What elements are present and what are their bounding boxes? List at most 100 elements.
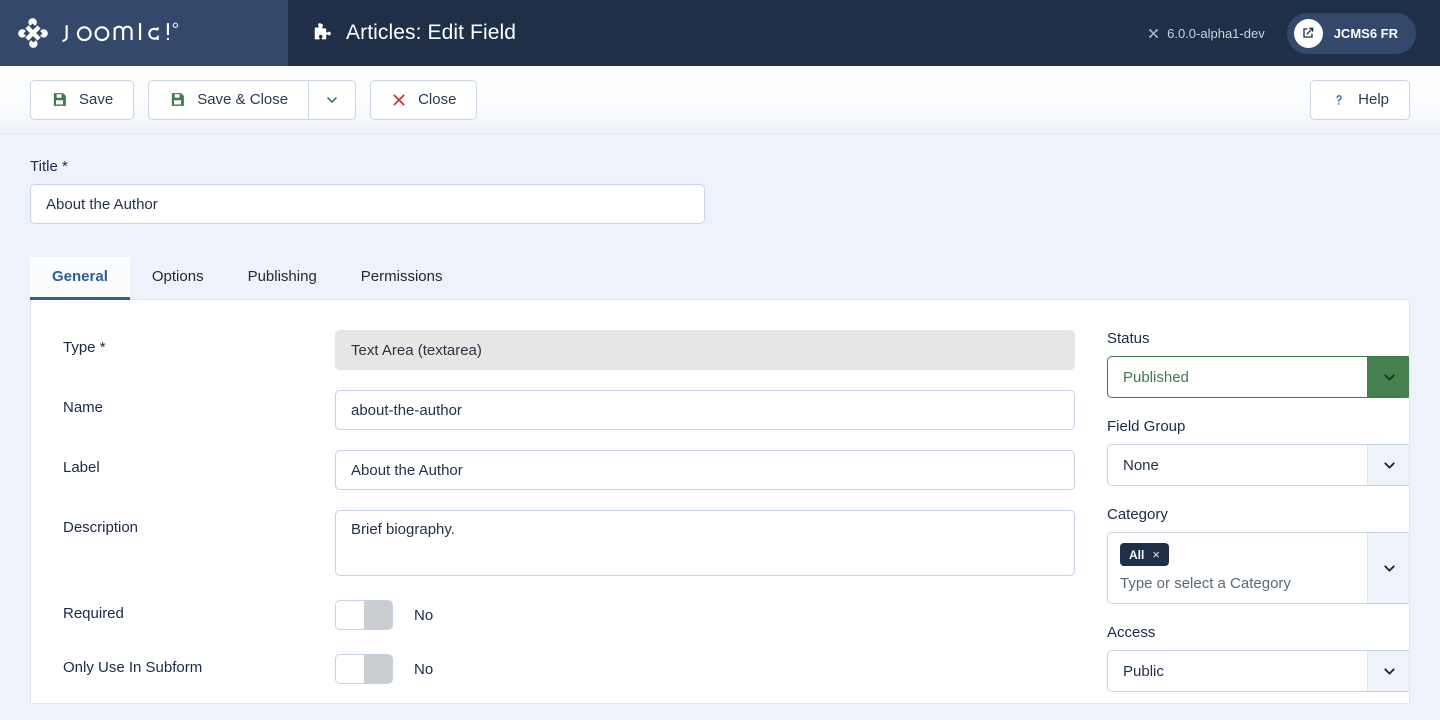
type-label-text: Type: [63, 339, 96, 356]
status-value: Published: [1123, 368, 1189, 386]
floppy-disk-icon: [172, 93, 185, 106]
description-textarea[interactable]: Brief biography.: [335, 510, 1075, 576]
editor-toolbar: Save Save & Close Close Help: [0, 66, 1440, 134]
title-field-label: Title *: [30, 158, 1410, 175]
help-label: Help: [1358, 91, 1389, 108]
joomla-wordmark: [62, 22, 178, 42]
status-block: Status Published: [1107, 330, 1409, 398]
puzzle-piece-icon: [314, 23, 331, 40]
required-control: No: [335, 596, 1073, 630]
tab-permissions[interactable]: Permissions: [339, 257, 465, 300]
tab-options[interactable]: Options: [130, 257, 226, 300]
label-input[interactable]: [335, 450, 1075, 490]
brand-area[interactable]: [0, 0, 288, 66]
close-button[interactable]: Close: [370, 79, 478, 120]
tab-panel-general: Type * Name Label: [30, 300, 1410, 704]
field-row-label: Label: [63, 450, 1075, 490]
toggle-track: [364, 601, 392, 629]
title-input[interactable]: [30, 184, 705, 224]
chevron-down-icon: [327, 96, 337, 103]
category-block: Category All × Type or select a Category: [1107, 506, 1409, 604]
save-button[interactable]: Save: [30, 79, 135, 120]
general-sidebar: Status Published Field Group None Catego…: [1107, 330, 1409, 703]
type-label: Type *: [63, 330, 335, 356]
name-label: Name: [63, 399, 104, 416]
category-chip-label: All: [1129, 547, 1145, 562]
category-chevron-down-icon[interactable]: [1367, 533, 1409, 603]
field-row-name: Name: [63, 390, 1075, 430]
label-control: [335, 450, 1075, 490]
visit-site-button[interactable]: JCMS6 FR: [1286, 12, 1416, 54]
description-label: Description: [63, 519, 139, 536]
field-row-required: Required No: [63, 596, 1073, 630]
access-chevron-down-icon: [1367, 651, 1409, 691]
joomla-logo-icon: [18, 18, 48, 48]
page-title: Articles: Edit Field: [346, 21, 517, 44]
save-close-split-button: Save & Close: [148, 79, 357, 120]
name-input[interactable]: [335, 390, 1075, 430]
field-row-description: Description Brief biography.: [63, 510, 1075, 576]
page-title-group: Articles: Edit Field: [312, 21, 516, 45]
save-label: Save: [79, 91, 114, 108]
title-label-text: Title: [30, 158, 58, 175]
title-required-mark: *: [61, 158, 68, 175]
help-button[interactable]: Help: [1310, 79, 1410, 120]
save-and-close-button[interactable]: Save & Close: [148, 79, 309, 120]
type-required-mark: *: [99, 339, 106, 356]
label-label: Label: [63, 459, 100, 476]
tab-list: General Options Publishing Permissions: [30, 257, 1410, 300]
category-combobox-main: All × Type or select a Category: [1108, 533, 1367, 603]
field-group-chevron-down-icon: [1367, 445, 1409, 485]
access-block: Access Public: [1107, 624, 1409, 692]
close-label: Close: [418, 91, 457, 108]
edit-field-tabs: General Options Publishing Permissions T…: [30, 257, 1410, 704]
version-text: 6.0.0-alpha1-dev: [1167, 25, 1265, 41]
close-icon[interactable]: ×: [1152, 547, 1160, 562]
floppy-disk-icon: [53, 93, 66, 106]
save-and-close-label: Save & Close: [197, 91, 289, 108]
toggle-track: [364, 655, 392, 683]
category-chip-all[interactable]: All ×: [1120, 543, 1169, 566]
field-group-block: Field Group None: [1107, 418, 1409, 486]
general-form: Type * Name Label: [63, 330, 1075, 703]
type-select[interactable]: [335, 330, 1075, 370]
toggle-knob: [336, 601, 364, 629]
required-toggle[interactable]: [335, 600, 393, 630]
type-control: [335, 330, 1075, 370]
joomla-mark-icon: [1149, 28, 1159, 38]
status-label: Status: [1107, 330, 1150, 347]
status-select[interactable]: Published: [1107, 356, 1409, 398]
access-value: Public: [1123, 662, 1164, 680]
description-control: Brief biography.: [335, 510, 1075, 576]
field-group-label: Field Group: [1107, 418, 1186, 435]
header-bar: Articles: Edit Field 6.0.0-alpha1-dev JC…: [288, 0, 1440, 66]
page-body: Title * General Options Publishing Permi…: [0, 134, 1440, 704]
title-field-group: Title *: [30, 158, 1410, 224]
tab-general[interactable]: General: [30, 257, 130, 300]
field-group-select[interactable]: None: [1107, 444, 1409, 486]
field-group-value: None: [1123, 456, 1159, 474]
access-label: Access: [1107, 624, 1156, 641]
required-state-text: No: [414, 606, 434, 624]
save-options-dropdown-button[interactable]: [308, 79, 357, 120]
header-right-group: 6.0.0-alpha1-dev JCMS6 FR: [1147, 12, 1416, 54]
subform-toggle[interactable]: [335, 654, 393, 684]
category-combobox[interactable]: All × Type or select a Category: [1107, 532, 1409, 604]
external-link-icon: [1293, 18, 1323, 48]
category-label: Category: [1107, 506, 1168, 523]
field-row-subform: Only Use In Subform No: [63, 650, 1073, 684]
subform-state-text: No: [414, 660, 434, 678]
access-select[interactable]: Public: [1107, 650, 1409, 692]
subform-control: No: [335, 650, 1073, 684]
x-icon: [393, 93, 405, 106]
version-indicator: 6.0.0-alpha1-dev: [1147, 26, 1265, 41]
question-mark-icon: [1336, 94, 1342, 105]
status-chevron-down-icon: [1367, 357, 1409, 397]
app-header: Articles: Edit Field 6.0.0-alpha1-dev JC…: [0, 0, 1440, 66]
subform-label: Only Use In Subform: [63, 659, 203, 676]
name-control: [335, 390, 1075, 430]
required-label: Required: [63, 605, 124, 622]
field-row-type: Type *: [63, 330, 1075, 370]
toggle-knob: [336, 655, 364, 683]
tab-publishing[interactable]: Publishing: [226, 257, 339, 300]
